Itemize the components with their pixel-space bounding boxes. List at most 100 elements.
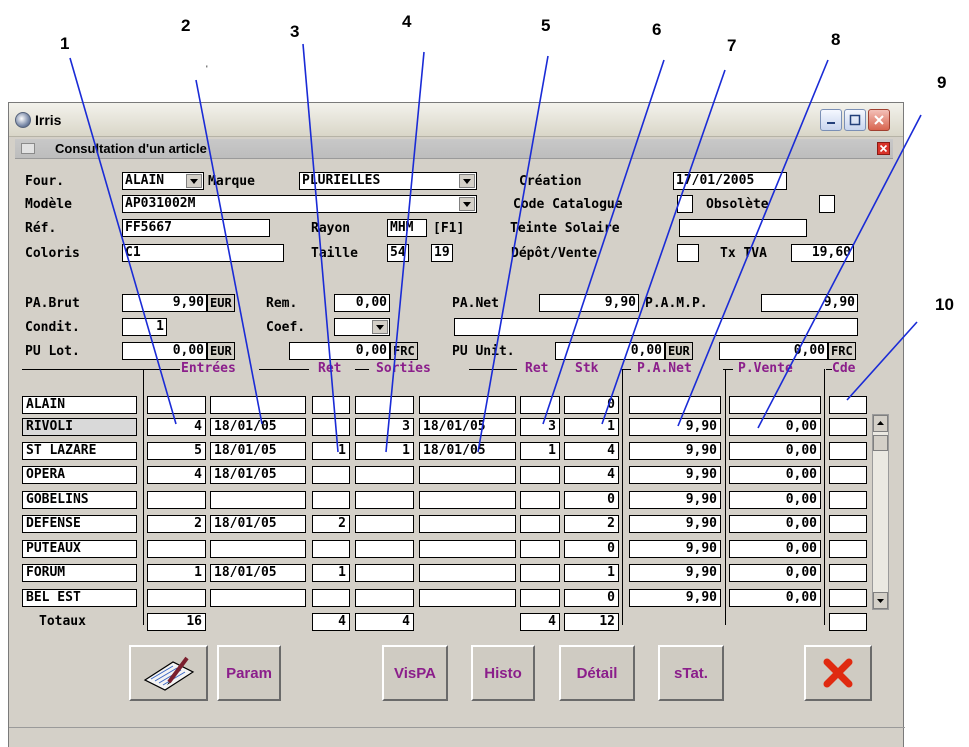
rem-field[interactable]: 0,00 [334,294,390,312]
sorties-qty-cell[interactable] [355,589,414,607]
stk-cell[interactable]: 4 [564,466,619,484]
depot-vente-checkbox[interactable] [677,244,699,262]
sorties-qty-cell[interactable] [355,491,414,509]
scroll-up-button[interactable] [873,415,888,432]
entrees-date-cell[interactable] [210,396,306,414]
maximize-button[interactable] [844,109,866,131]
ret2-cell[interactable] [520,589,560,607]
stk-cell[interactable]: 4 [564,442,619,460]
sorties-qty-cell[interactable] [355,466,414,484]
entrees-qty-cell[interactable] [147,589,206,607]
teinte-solaire-field[interactable] [679,219,807,237]
pa-brut-field[interactable]: 9,90 [122,294,207,312]
tva-field[interactable]: 19,60 [791,244,854,262]
chevron-down-icon[interactable] [459,174,475,188]
p-vente-cell[interactable] [729,396,821,414]
store-cell[interactable]: DEFENSE [22,515,137,533]
cde-cell[interactable] [829,418,867,436]
coef-comment-field[interactable] [454,318,858,336]
rayon-field[interactable]: MHM [387,219,427,237]
ret2-cell[interactable] [520,540,560,558]
subwindow-close-button[interactable] [877,142,890,155]
sorties-date-cell[interactable] [419,589,516,607]
pa-net-cell[interactable] [629,396,721,414]
cancel-button[interactable] [804,645,872,701]
pa-net-cell[interactable]: 9,90 [629,589,721,607]
sorties-date-cell[interactable] [419,491,516,509]
coloris-field[interactable]: C1 [122,244,284,262]
store-cell[interactable]: GOBELINS [22,491,137,509]
p-vente-cell[interactable]: 0,00 [729,589,821,607]
stk-cell[interactable]: 0 [564,396,619,414]
entrees-date-cell[interactable] [210,491,306,509]
taille-field-1[interactable]: 54 [387,244,409,262]
p-vente-cell[interactable]: 0,00 [729,564,821,582]
sorties-date-cell[interactable]: 18/01/05 [419,418,516,436]
sorties-date-cell[interactable] [419,540,516,558]
store-cell[interactable]: OPERA [22,466,137,484]
marque-select[interactable]: PLURIELLES [299,172,477,190]
stk-cell[interactable]: 1 [564,564,619,582]
p-vente-cell[interactable]: 0,00 [729,466,821,484]
cde-cell[interactable] [829,491,867,509]
ret2-cell[interactable] [520,515,560,533]
ret1-cell[interactable]: 2 [312,515,350,533]
param-button[interactable]: Param [217,645,281,701]
stk-cell[interactable]: 0 [564,589,619,607]
sorties-qty-cell[interactable] [355,540,414,558]
sorties-date-cell[interactable] [419,466,516,484]
store-cell[interactable]: FORUM [22,564,137,582]
cde-cell[interactable] [829,515,867,533]
store-cell[interactable]: RIVOLI [22,418,137,436]
condit-field[interactable]: 1 [122,318,167,336]
cde-cell[interactable] [829,589,867,607]
store-cell[interactable]: BEL EST [22,589,137,607]
ret1-cell[interactable] [312,418,350,436]
entrees-qty-cell[interactable] [147,396,206,414]
entrees-date-cell[interactable] [210,540,306,558]
pa-net-cell[interactable]: 9,90 [629,540,721,558]
store-cell[interactable]: PUTEAUX [22,540,137,558]
ref-field[interactable]: FF5667 [122,219,270,237]
p-vente-cell[interactable]: 0,00 [729,442,821,460]
ret1-cell[interactable] [312,396,350,414]
pv-lot-field[interactable]: 0,00 [122,342,207,360]
stk-cell[interactable]: 1 [564,418,619,436]
entrees-qty-cell[interactable]: 4 [147,418,206,436]
pamp-field[interactable]: 9,90 [761,294,858,312]
title-bar[interactable]: Irris [9,103,903,137]
histo-button[interactable]: Histo [471,645,535,701]
sorties-qty-cell[interactable]: 1 [355,442,414,460]
pa-net-cell[interactable]: 9,90 [629,442,721,460]
ret1-cell[interactable] [312,466,350,484]
ret2-cell[interactable]: 1 [520,442,560,460]
ret2-cell[interactable] [520,466,560,484]
entrees-date-cell[interactable]: 18/01/05 [210,442,306,460]
ret1-cell[interactable] [312,491,350,509]
entrees-qty-cell[interactable] [147,491,206,509]
pa-net-field[interactable]: 9,90 [539,294,639,312]
code-catalogue-checkbox[interactable] [677,195,693,213]
ret2-cell[interactable] [520,396,560,414]
store-cell[interactable]: ALAIN [22,396,137,414]
modele-select[interactable]: AP031002M [122,195,477,213]
pa-net-cell[interactable]: 9,90 [629,564,721,582]
taille-field-2[interactable]: 19 [431,244,453,262]
cde-cell[interactable] [829,564,867,582]
scroll-down-button[interactable] [873,592,888,609]
cde-cell[interactable] [829,442,867,460]
entrees-date-cell[interactable]: 18/01/05 [210,564,306,582]
pv-lot-frc-field[interactable]: 0,00 [289,342,390,360]
obsolete-checkbox[interactable] [819,195,835,213]
vispa-button[interactable]: VisPA [382,645,448,701]
entrees-date-cell[interactable]: 18/01/05 [210,418,306,436]
sorties-qty-cell[interactable] [355,396,414,414]
stk-cell[interactable]: 0 [564,491,619,509]
entrees-qty-cell[interactable]: 2 [147,515,206,533]
sorties-date-cell[interactable] [419,396,516,414]
store-cell[interactable]: ST LAZARE [22,442,137,460]
cde-cell[interactable] [829,396,867,414]
entrees-date-cell[interactable] [210,589,306,607]
p-vente-cell[interactable]: 0,00 [729,515,821,533]
cde-cell[interactable] [829,466,867,484]
